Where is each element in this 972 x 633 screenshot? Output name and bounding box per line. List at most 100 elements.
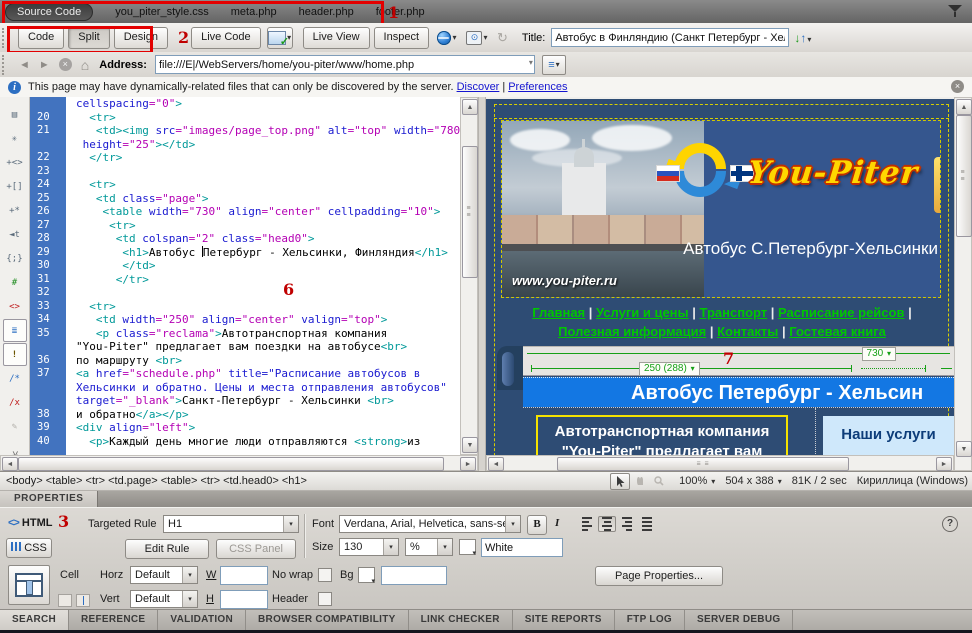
code-line[interactable]: 39<div align="left">: [30, 421, 460, 435]
live-code-button[interactable]: Live Code: [191, 27, 261, 49]
code-line[interactable]: cellspacing="0">: [30, 97, 460, 111]
zoom-tool-icon[interactable]: [650, 474, 668, 489]
code-line[interactable]: 21 <td><img src="images/page_top.png" al…: [30, 124, 460, 138]
results-tab-server-debug[interactable]: SERVER DEBUG: [685, 610, 793, 630]
horz-align-select[interactable]: Default▾: [130, 566, 198, 584]
css-mode-button[interactable]: CSS: [6, 538, 52, 558]
code-line[interactable]: target="_blank">Санкт-Петербург - Хельси…: [30, 394, 460, 408]
preview-in-browser-button[interactable]: ▾: [435, 28, 459, 48]
split-cell-icon[interactable]: [76, 594, 90, 607]
edit-rule-button[interactable]: Edit Rule: [125, 539, 209, 559]
targeted-rule-select[interactable]: H1▾: [163, 515, 299, 533]
code-line[interactable]: 24 <tr>: [30, 178, 460, 192]
scroll-down-arrow[interactable]: ▼: [956, 441, 972, 457]
tag-selector[interactable]: <body> <table> <tr> <td.page> <table> <t…: [6, 475, 307, 487]
justify-button[interactable]: [638, 516, 656, 532]
related-file-tab[interactable]: you_piter_style.css: [115, 6, 209, 18]
scroll-left-arrow[interactable]: ◄: [488, 457, 504, 471]
results-tab-validation[interactable]: VALIDATION: [158, 610, 246, 630]
related-file-tab[interactable]: meta.php: [231, 6, 277, 18]
site-nav-link[interactable]: Услуги и цены: [596, 305, 689, 320]
scroll-up-arrow[interactable]: ▲: [956, 99, 972, 115]
color-value-field[interactable]: [481, 538, 563, 557]
scroll-right-arrow[interactable]: ►: [460, 457, 476, 471]
zoom-level-select[interactable]: 100% ▾: [679, 475, 715, 487]
code-line[interactable]: 38и обратно</a></p>: [30, 408, 460, 422]
collapse-full-tag-icon[interactable]: +<>: [3, 151, 27, 174]
word-wrap-icon[interactable]: ≣: [3, 319, 27, 342]
css-panel-button[interactable]: CSS Panel: [216, 539, 296, 559]
size-select[interactable]: 130▾: [339, 538, 399, 556]
results-tab-site-reports[interactable]: SITE REPORTS: [513, 610, 615, 630]
results-tab-browser-compatibility[interactable]: BROWSER COMPATIBILITY: [246, 610, 409, 630]
syntax-error-alerts-icon[interactable]: !: [3, 343, 27, 366]
apply-comment-icon[interactable]: /*: [3, 367, 27, 390]
code-vertical-scrollbar[interactable]: ▲ ≡ ≡ ▼: [460, 97, 478, 455]
align-left-button[interactable]: [578, 516, 596, 532]
collapse-selection-icon[interactable]: +[]: [3, 175, 27, 198]
align-right-button[interactable]: [618, 516, 636, 532]
live-view-options-icon[interactable]: ≡▾: [542, 55, 566, 75]
hand-tool-icon[interactable]: [631, 474, 649, 489]
bg-color-field[interactable]: [381, 566, 447, 585]
code-line[interactable]: 28 <td colspan="2" class="head0">: [30, 232, 460, 246]
select-tool-icon[interactable]: [610, 473, 630, 490]
split-view-divider[interactable]: [478, 97, 486, 471]
site-nav-link[interactable]: Главная: [532, 305, 585, 320]
site-nav-link[interactable]: Гостевая книга: [789, 324, 886, 339]
bg-color-swatch[interactable]: [358, 567, 375, 583]
source-code-tab[interactable]: Source Code: [5, 3, 93, 21]
address-input[interactable]: [155, 55, 535, 74]
close-icon[interactable]: ×: [951, 80, 964, 93]
properties-tab[interactable]: PROPERTIES: [0, 491, 98, 507]
remove-comment-icon[interactable]: /x: [3, 391, 27, 414]
code-line[interactable]: 27 <tr>: [30, 219, 460, 233]
code-line[interactable]: "You-Piter" предлагает вам поездки на ав…: [30, 340, 460, 354]
filter-icon[interactable]: [948, 5, 962, 17]
design-vertical-scrollbar[interactable]: ▲ ≡ ≡ ▼: [954, 97, 972, 471]
code-line[interactable]: 33 <tr>: [30, 300, 460, 314]
code-editor[interactable]: cellspacing="0">20 <tr>21 <td><img src="…: [30, 97, 460, 455]
code-horizontal-scrollbar[interactable]: ◄ ►: [0, 455, 478, 471]
refresh-icon[interactable]: ↻: [497, 30, 508, 46]
validate-markup-button[interactable]: ⊙ ▾: [465, 28, 489, 48]
align-center-button[interactable]: [598, 516, 616, 532]
preferences-link[interactable]: Preferences: [508, 81, 567, 93]
balance-braces-icon[interactable]: {;}: [3, 247, 27, 270]
promo-text-box[interactable]: Автотранспортная компания "You-Piter" пр…: [536, 415, 788, 455]
code-line[interactable]: 40 <p>Каждый день многие люди отправляют…: [30, 435, 460, 449]
split-view-button[interactable]: Split: [68, 27, 109, 49]
results-tab-link-checker[interactable]: LINK CHECKER: [409, 610, 513, 630]
code-view-button[interactable]: Code: [18, 27, 64, 49]
html-mode-button[interactable]: <> HTML: [8, 517, 52, 529]
live-view-button[interactable]: Live View: [303, 27, 370, 49]
results-tab-ftp-log[interactable]: FTP LOG: [615, 610, 685, 630]
site-banner-image[interactable]: You-Piter Автобус С.Петербург-Хельсинки …: [501, 120, 941, 298]
help-icon[interactable]: ?: [942, 516, 958, 532]
code-line[interactable]: 34 <td width="250" align="center" valign…: [30, 313, 460, 327]
italic-button[interactable]: I: [555, 517, 559, 529]
code-line[interactable]: 29 <h1>Автобус Петербург - Хельсинки, Фи…: [30, 246, 460, 260]
code-line[interactable]: 25 <td class="page">: [30, 192, 460, 206]
cell-width-field[interactable]: [220, 566, 268, 585]
format-source-icon[interactable]: ✎: [3, 415, 27, 438]
scrollbar-thumb[interactable]: [18, 457, 444, 471]
select-parent-tag-icon[interactable]: ◄t: [3, 223, 27, 246]
forward-icon[interactable]: ►: [39, 59, 50, 71]
site-nav-link[interactable]: Расписание рейсов: [778, 305, 904, 320]
code-line[interactable]: Хельсинки и обратно. Цены и места отправ…: [30, 381, 460, 395]
discover-link[interactable]: Discover: [457, 81, 500, 93]
design-view[interactable]: You-Piter Автобус С.Петербург-Хельсинки …: [486, 97, 954, 455]
scrollbar-thumb[interactable]: ≡ ≡: [462, 146, 478, 278]
code-line[interactable]: 23: [30, 165, 460, 179]
code-line[interactable]: 35 <p class="reclama">Автотранспортная к…: [30, 327, 460, 341]
design-view-button[interactable]: Design: [114, 27, 168, 49]
results-tab-reference[interactable]: REFERENCE: [69, 610, 158, 630]
site-nav-link[interactable]: Контакты: [717, 324, 778, 339]
scroll-down-arrow[interactable]: ▼: [462, 437, 478, 453]
page-heading[interactable]: Автобус Петербург - Хельсин: [523, 377, 954, 407]
scrollbar-thumb[interactable]: ≡ ≡: [557, 457, 849, 471]
code-line[interactable]: height="25"></td>: [30, 138, 460, 152]
back-icon[interactable]: ◄: [19, 59, 30, 71]
site-nav-link[interactable]: Транспорт: [700, 305, 768, 320]
